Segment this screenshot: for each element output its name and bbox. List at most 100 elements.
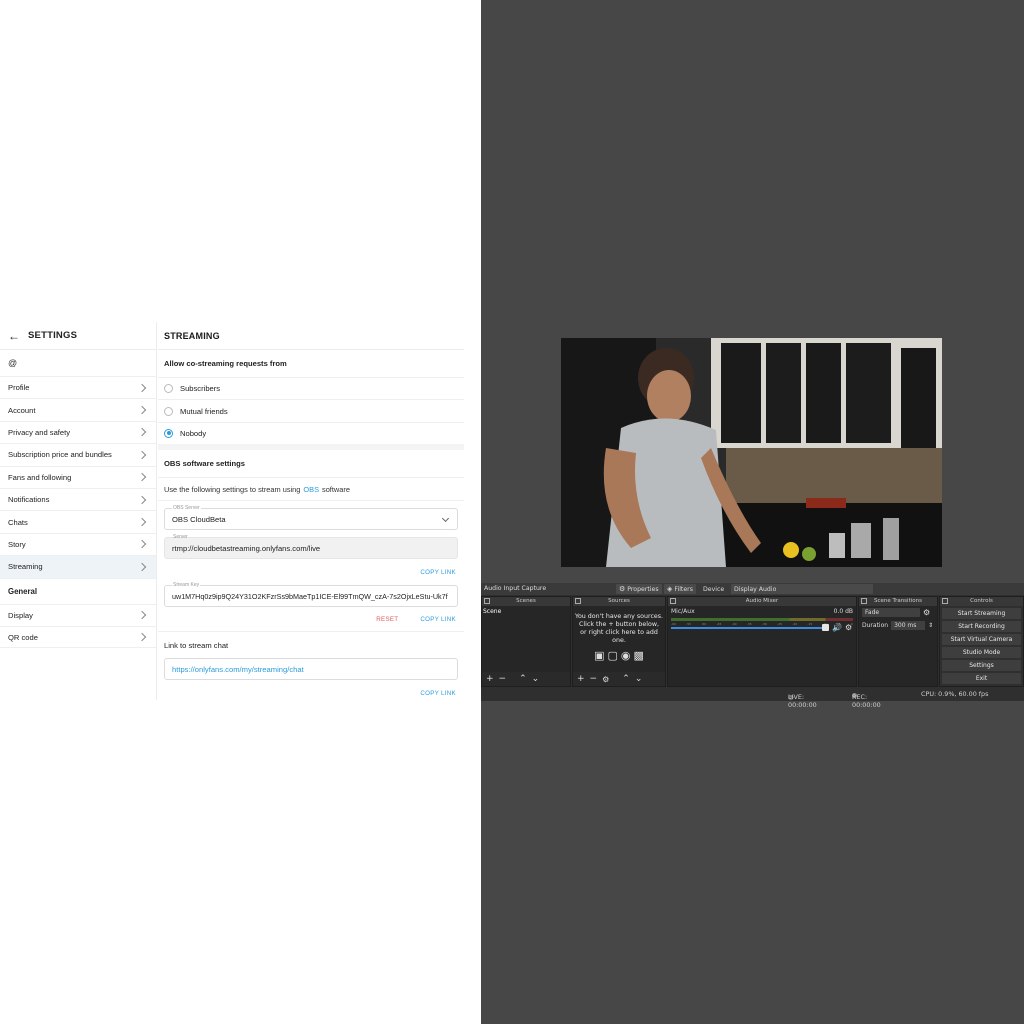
radio-subscribers[interactable]: Subscribers bbox=[158, 377, 464, 399]
panel-header: Audio Mixer bbox=[668, 597, 856, 606]
sidebar-item-display[interactable]: Display bbox=[0, 603, 156, 626]
radio-mutual-friends[interactable]: Mutual friends bbox=[158, 399, 464, 421]
undock-icon[interactable] bbox=[942, 598, 948, 604]
empty-line: You don't have any sources. bbox=[574, 613, 664, 620]
transition-select[interactable]: Fade bbox=[862, 608, 920, 617]
scene-list-item[interactable]: Scene bbox=[482, 606, 570, 615]
sidebar-item-qr-code[interactable]: QR code bbox=[0, 625, 156, 649]
gear-icon: ⚙ bbox=[619, 585, 626, 593]
start-recording-button[interactable]: Start Recording bbox=[942, 621, 1021, 632]
radio-button-selected[interactable] bbox=[164, 428, 173, 438]
filters-button[interactable]: ◈ Filters bbox=[664, 584, 696, 594]
panel-header: Controls bbox=[940, 597, 1023, 606]
gear-icon[interactable]: ⚙ bbox=[923, 608, 930, 617]
chevron-right-icon bbox=[137, 450, 147, 460]
add-icon[interactable]: + bbox=[486, 674, 494, 684]
empty-sources-message[interactable]: You don't have any sources. Click the + … bbox=[573, 613, 665, 645]
scale-tick: -20 bbox=[792, 622, 798, 626]
duration-input[interactable]: 300 ms bbox=[891, 621, 926, 630]
volume-slider[interactable] bbox=[671, 627, 826, 629]
undock-icon[interactable] bbox=[575, 598, 581, 604]
move-down-icon[interactable]: ⌄ bbox=[635, 674, 643, 684]
sidebar-item-notifications[interactable]: Notifications bbox=[0, 487, 156, 510]
server-field[interactable]: Server rtmp://cloudbetastreaming.onlyfan… bbox=[164, 534, 458, 560]
add-icon[interactable]: + bbox=[577, 674, 585, 684]
sidebar-item-label: Display bbox=[8, 610, 33, 620]
undock-icon[interactable] bbox=[861, 598, 867, 604]
chat-url-field[interactable]: https://onlyfans.com/my/streaming/chat bbox=[164, 658, 458, 681]
scale-tick: -55 bbox=[686, 622, 692, 626]
device-select-value: Display Audio bbox=[734, 585, 777, 593]
sidebar-item-fans[interactable]: Fans and following bbox=[0, 465, 156, 488]
stream-key-field[interactable]: Stream Key uw1M7Hq0z9ip9Q24Y31O2KFzrSs9b… bbox=[164, 582, 458, 608]
sidebar-username[interactable]: @ bbox=[0, 350, 156, 376]
move-up-icon[interactable]: ⌃ bbox=[622, 674, 630, 684]
mixer-channel: Mic/Aux 0.0 dB bbox=[668, 606, 856, 617]
sidebar-item-label: Chats bbox=[8, 517, 28, 527]
filter-icon: ◈ bbox=[667, 585, 673, 593]
panel-header: Sources bbox=[573, 597, 665, 606]
speaker-icon[interactable]: 🔊 bbox=[832, 623, 842, 632]
device-select[interactable]: Display Audio bbox=[731, 584, 873, 594]
properties-button[interactable]: ⚙ Properties bbox=[616, 584, 662, 594]
chevron-right-icon bbox=[137, 405, 147, 415]
sidebar-item-label: Privacy and safety bbox=[8, 427, 71, 437]
program-preview[interactable] bbox=[561, 338, 942, 567]
camera-icon: ▩ bbox=[633, 649, 644, 662]
settings-sidebar: ← SETTINGS @ Profile Account Privacy and… bbox=[0, 322, 157, 700]
sidebar-item-streaming[interactable]: Streaming bbox=[0, 555, 156, 578]
server-actions: COPY LINK bbox=[158, 559, 464, 585]
sidebar-item-subscription[interactable]: Subscription price and bundles bbox=[0, 443, 156, 465]
sidebar-item-label: Streaming bbox=[8, 562, 43, 572]
chat-url-value[interactable]: https://onlyfans.com/my/streaming/chat bbox=[172, 665, 304, 674]
scale-tick: -25 bbox=[777, 622, 782, 626]
studio-mode-button[interactable]: Studio Mode bbox=[942, 647, 1021, 658]
sidebar-item-story[interactable]: Story bbox=[0, 532, 156, 555]
sidebar-item-label: Fans and following bbox=[8, 472, 72, 482]
undock-icon[interactable] bbox=[670, 598, 676, 604]
sidebar-item-profile[interactable]: Profile bbox=[0, 376, 156, 398]
sidebar-item-account[interactable]: Account bbox=[0, 398, 156, 420]
status-bar: ◎ LIVE: 00:00:00 REC: 00:00:00 CPU: 0.9%… bbox=[481, 687, 1024, 709]
obs-window: Audio Input Capture ⚙ Properties ◈ Filte… bbox=[481, 0, 1024, 1024]
gear-icon[interactable]: ⚙ bbox=[845, 623, 852, 632]
image-icon: ▣ bbox=[594, 649, 605, 662]
stream-key-actions: RESET COPY LINK bbox=[158, 607, 464, 631]
transition-type-row: Fade ⚙ bbox=[859, 606, 937, 619]
chevron-right-icon bbox=[137, 540, 147, 549]
exit-button[interactable]: Exit bbox=[942, 673, 1021, 684]
chevron-down-icon bbox=[441, 515, 450, 523]
properties-label: Properties bbox=[627, 585, 659, 593]
reset-button[interactable]: RESET bbox=[376, 616, 398, 623]
audio-mixer-panel: Audio Mixer Mic/Aux 0.0 dB -60 -55 -50 -… bbox=[667, 596, 857, 687]
remove-icon[interactable]: − bbox=[499, 674, 507, 684]
radio-nobody[interactable]: Nobody bbox=[158, 421, 464, 444]
obs-link[interactable]: OBS bbox=[303, 485, 319, 494]
start-streaming-button[interactable]: Start Streaming bbox=[942, 608, 1021, 619]
remove-icon[interactable]: − bbox=[590, 674, 598, 684]
move-down-icon[interactable]: ⌄ bbox=[532, 674, 540, 684]
scale-tick: -15 bbox=[807, 622, 813, 626]
obs-desc-text-end: software bbox=[322, 484, 350, 494]
sidebar-item-privacy[interactable]: Privacy and safety bbox=[0, 420, 156, 443]
radio-button[interactable] bbox=[164, 384, 173, 394]
move-up-icon[interactable]: ⌃ bbox=[519, 674, 527, 684]
chat-actions: COPY LINK bbox=[158, 680, 464, 706]
radio-button[interactable] bbox=[164, 406, 173, 416]
settings-button[interactable]: Settings bbox=[942, 660, 1021, 671]
undock-icon[interactable] bbox=[484, 598, 490, 604]
gear-icon[interactable]: ⚙ bbox=[602, 675, 609, 684]
copy-chat-link-button[interactable]: COPY LINK bbox=[420, 690, 456, 697]
sources-panel: Sources You don't have any sources. Clic… bbox=[572, 596, 666, 687]
copy-server-link-button[interactable]: COPY LINK bbox=[420, 569, 456, 576]
scale-tick: -30 bbox=[761, 622, 767, 626]
stream-key-value: uw1M7Hq0z9ip9Q24Y31O2KFzrSs9bMaeTp1ICE-E… bbox=[172, 591, 448, 601]
arrow-left-icon[interactable]: ← bbox=[8, 329, 20, 343]
volume-slider-handle[interactable] bbox=[822, 624, 829, 631]
stepper-icon[interactable]: ⇕ bbox=[928, 622, 933, 629]
sidebar-item-chats[interactable]: Chats bbox=[0, 510, 156, 532]
start-virtual-camera-button[interactable]: Start Virtual Camera bbox=[942, 634, 1021, 645]
chevron-right-icon bbox=[137, 632, 147, 642]
copy-stream-key-button[interactable]: COPY LINK bbox=[420, 616, 456, 623]
obs-server-select[interactable]: OBS Server OBS CloudBeta bbox=[164, 505, 458, 531]
